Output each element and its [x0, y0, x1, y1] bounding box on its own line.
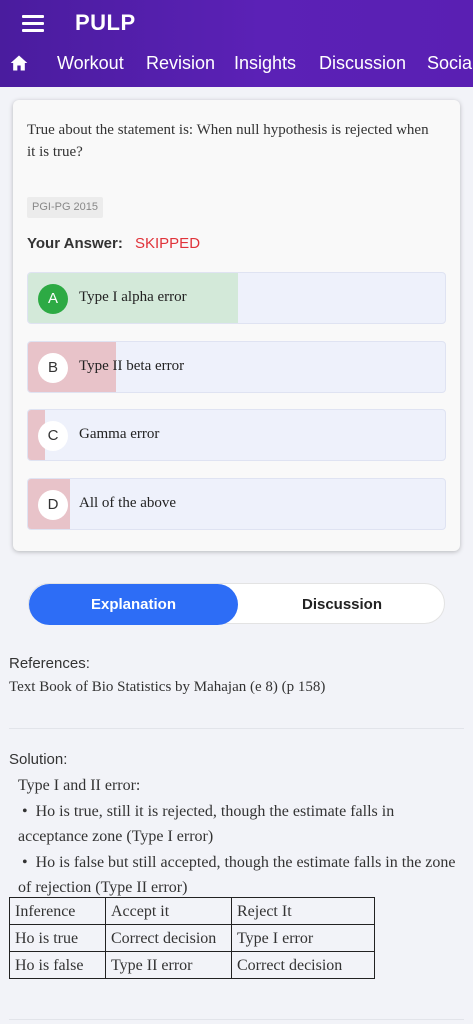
table-cell: Type II error — [105, 951, 232, 979]
table-cell: Correct decision — [105, 924, 232, 952]
content-toggle: Explanation Discussion — [28, 583, 446, 625]
exam-tag: PGI-PG 2015 — [27, 197, 104, 218]
table-cell: Correct decision — [231, 951, 375, 979]
option-a[interactable]: A Type I alpha error — [27, 272, 446, 324]
your-answer-label: Your Answer: — [27, 235, 123, 252]
solution-title: Solution: — [9, 751, 68, 768]
option-letter-badge: D — [38, 490, 68, 520]
references-title: References: — [9, 655, 90, 672]
section-divider — [9, 728, 464, 729]
solution-intro: Type I and II error: — [18, 777, 141, 794]
nav-tab-insights[interactable]: Insights — [234, 53, 296, 74]
table-row: Ho is true Correct decision Type I error — [9, 924, 375, 952]
nav-tab-social[interactable]: Social — [427, 53, 473, 74]
table-cell: Type I error — [231, 924, 375, 952]
error-type-table: Inference Accept it Reject It Ho is true… — [9, 897, 375, 979]
option-text: Gamma error — [79, 426, 160, 442]
tab-explanation[interactable]: Explanation — [29, 584, 238, 625]
option-letter-badge: B — [38, 353, 68, 383]
question-card: True about the statement is: When null h… — [13, 100, 460, 551]
option-text: All of the above — [79, 495, 177, 511]
option-b[interactable]: B Type II beta error — [27, 341, 446, 393]
option-text: Type II beta error — [79, 358, 185, 374]
nav-tab-revision[interactable]: Revision — [146, 53, 215, 74]
nav-tab-workout[interactable]: Workout — [57, 53, 124, 74]
option-letter-badge: A — [38, 284, 68, 314]
section-divider — [9, 1019, 464, 1020]
solution-bullet: • Ho is true, still it is rejected, thou… — [18, 802, 395, 846]
solution-bullet: • Ho is false but still accepted, though… — [18, 853, 456, 897]
home-icon[interactable] — [9, 53, 29, 73]
table-row: Inference Accept it Reject It — [9, 897, 375, 925]
references-text: Text Book of Bio Statistics by Mahajan (… — [9, 679, 326, 695]
answer-status: SKIPPED — [135, 235, 201, 252]
nav-tab-discussion[interactable]: Discussion — [319, 53, 406, 74]
nav-bar: Workout Revision Insights Discussion Soc… — [0, 44, 473, 84]
table-cell: Inference — [9, 897, 106, 925]
hamburger-menu-icon[interactable] — [22, 15, 44, 32]
tab-discussion[interactable]: Discussion — [238, 584, 446, 625]
option-c[interactable]: C Gamma error — [27, 409, 446, 461]
table-cell: Reject It — [231, 897, 375, 925]
table-cell: Ho is false — [9, 951, 106, 979]
question-text: True about the statement is: When null h… — [27, 122, 429, 160]
option-text: Type I alpha error — [79, 289, 187, 305]
solution-body: Type I and II error: • Ho is true, still… — [18, 773, 466, 901]
option-d[interactable]: D All of the above — [27, 478, 446, 530]
table-cell: Ho is true — [9, 924, 106, 952]
app-header: PULP Workout Revision Insights Discussio… — [0, 0, 473, 87]
app-title: PULP — [75, 10, 136, 35]
table-row: Ho is false Type II error Correct decisi… — [9, 951, 375, 979]
table-cell: Accept it — [105, 897, 232, 925]
option-letter-badge: C — [38, 421, 68, 451]
